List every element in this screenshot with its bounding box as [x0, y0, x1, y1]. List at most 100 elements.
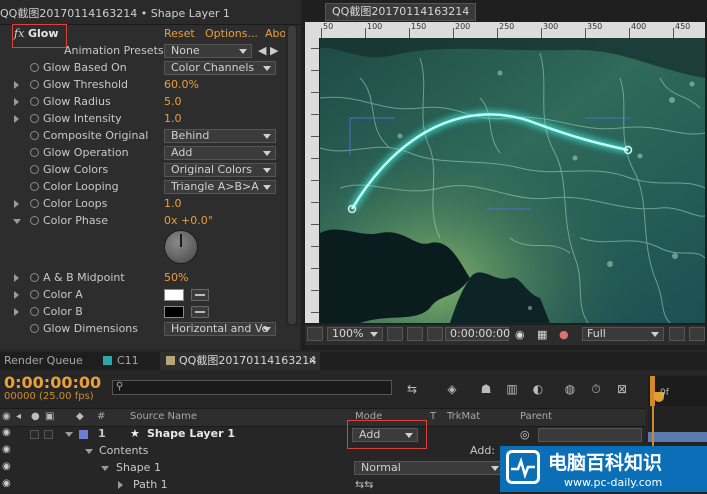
property-row-color-a[interactable]: Color A — [0, 287, 300, 304]
property-row-a-b-midpoint[interactable]: A & B Midpoint 50% — [0, 270, 300, 287]
stopwatch-icon[interactable] — [30, 307, 39, 316]
property-row-glow-colors[interactable]: Glow Colors Original Colors — [0, 162, 300, 179]
timeline-search-input[interactable]: ⚲ — [112, 380, 392, 395]
channel-icon[interactable]: ● — [559, 328, 569, 341]
mask-visibility-icon[interactable] — [427, 327, 443, 341]
resolution-dropdown[interactable]: Full — [582, 327, 664, 341]
stopwatch-icon[interactable] — [30, 216, 39, 225]
draft-3d-icon[interactable]: ◈ — [444, 382, 460, 396]
preset-prev-icon[interactable]: ◀ — [258, 44, 266, 57]
zoom-dropdown[interactable]: 100% — [327, 327, 383, 341]
property-value[interactable]: 0x +0.0° — [164, 214, 213, 227]
parent-dropdown[interactable] — [538, 428, 642, 442]
property-value[interactable]: 50% — [164, 271, 188, 284]
twirl-icon[interactable] — [14, 200, 19, 208]
twirl-icon[interactable] — [14, 308, 19, 316]
stopwatch-icon[interactable] — [30, 199, 39, 208]
fx-scrollbar[interactable] — [286, 26, 298, 326]
path-direction-icon[interactable]: ⇆⇆ — [355, 478, 373, 491]
current-time-field[interactable]: 0:00:00:00 — [445, 327, 510, 341]
contents-twirl-icon[interactable] — [85, 449, 93, 454]
layer-duration-bar[interactable] — [648, 432, 707, 442]
lock-toggle[interactable] — [44, 430, 53, 439]
property-row-color-loops[interactable]: Color Loops 1.0 — [0, 196, 300, 213]
stopwatch-icon[interactable] — [30, 114, 39, 123]
presets-dropdown[interactable]: None — [164, 44, 252, 58]
shape-twirl-icon[interactable] — [101, 466, 109, 471]
snapshot-icon[interactable]: ▦ — [537, 328, 547, 341]
color-phase-dial[interactable] — [164, 230, 198, 264]
layer-name[interactable]: Shape Layer 1 — [147, 427, 235, 440]
tab-render-queue[interactable]: Render Queue — [4, 352, 83, 370]
label-icon[interactable]: ◆ — [76, 411, 84, 422]
transparency-grid-icon[interactable] — [407, 327, 423, 341]
preset-next-icon[interactable]: ▶ — [270, 44, 278, 57]
stopwatch-icon[interactable] — [30, 182, 39, 191]
stopwatch-icon[interactable] — [30, 97, 39, 106]
shape-mode-dropdown[interactable]: Normal — [354, 461, 504, 475]
property-row-color-looping[interactable]: Color Looping Triangle A>B>A — [0, 179, 300, 196]
property-dropdown[interactable]: Triangle A>B>A — [164, 180, 276, 194]
stopwatch-icon[interactable] — [30, 131, 39, 140]
solo-toggle[interactable] — [30, 430, 39, 439]
eye-icon[interactable]: ◉ — [2, 427, 11, 438]
auto-keyframe-icon[interactable]: ⏱ — [588, 382, 604, 396]
stopwatch-icon[interactable] — [30, 290, 39, 299]
property-row-glow-dimensions[interactable]: Glow Dimensions Horizontal and Ve — [0, 321, 300, 338]
twirl-icon[interactable] — [14, 81, 19, 89]
composition-canvas[interactable] — [320, 38, 705, 323]
add-label[interactable]: Add: — [470, 444, 495, 457]
eye-icon[interactable]: ◉ — [2, 478, 11, 489]
eye-icon[interactable]: ◉ — [2, 461, 11, 472]
property-dropdown[interactable]: Original Colors — [164, 163, 276, 177]
property-dropdown[interactable]: Behind — [164, 129, 276, 143]
motion-blur-icon[interactable]: ◐ — [530, 382, 546, 396]
audio-icon[interactable]: ◂ — [16, 411, 21, 422]
timeline-timecode[interactable]: 0:00:00:00 — [4, 373, 101, 392]
property-value[interactable]: 1.0 — [164, 112, 182, 125]
property-row-glow-operation[interactable]: Glow Operation Add — [0, 145, 300, 162]
stopwatch-icon[interactable] — [30, 148, 39, 157]
solo-icon[interactable]: ● — [31, 411, 40, 422]
twirl-icon[interactable] — [14, 291, 19, 299]
eye-icon[interactable]: ◉ — [2, 411, 11, 422]
shy-layers-icon[interactable]: ☗ — [478, 382, 494, 396]
frame-blending-icon[interactable]: ▥ — [504, 382, 520, 396]
property-row-color-phase[interactable]: Color Phase 0x +0.0° — [0, 213, 300, 230]
property-row-composite-original[interactable]: Composite Original Behind — [0, 128, 300, 145]
camera-icon[interactable]: ◉ — [515, 328, 525, 341]
options-link[interactable]: Options... — [205, 27, 258, 40]
pickwhip-icon[interactable]: ◎ — [520, 428, 530, 441]
eye-icon[interactable]: ◉ — [2, 444, 11, 455]
close-icon[interactable]: × — [308, 352, 317, 370]
brainstorm-icon[interactable]: ◍ — [562, 382, 578, 396]
path-twirl-icon[interactable] — [118, 481, 123, 489]
twirl-icon[interactable] — [13, 219, 21, 224]
color-swatch[interactable] — [164, 289, 184, 301]
property-value[interactable]: 60.0% — [164, 78, 199, 91]
tab-active[interactable]: QQ截图20170114163214 × — [160, 352, 320, 370]
reset-link[interactable]: Reset — [164, 27, 195, 40]
region-of-interest-icon[interactable] — [387, 327, 403, 341]
stopwatch-icon[interactable] — [30, 273, 39, 282]
property-row-glow-radius[interactable]: Glow Radius 5.0 — [0, 94, 300, 111]
toggle-view-icon[interactable] — [689, 327, 705, 341]
stopwatch-icon[interactable] — [30, 63, 39, 72]
stopwatch-icon[interactable] — [30, 165, 39, 174]
twirl-icon[interactable] — [14, 274, 19, 282]
composition-tab[interactable]: QQ截图20170114163214 — [325, 3, 477, 21]
stopwatch-icon[interactable] — [30, 80, 39, 89]
graph-editor-icon[interactable]: ⊠ — [614, 382, 630, 396]
property-value[interactable]: 1.0 — [164, 197, 182, 210]
layer-row[interactable]: ◉ 1 ★ Shape Layer 1 Add ◎ — [0, 426, 645, 443]
fx-scroll-thumb[interactable] — [288, 26, 296, 324]
tab-c11[interactable]: C11 — [117, 352, 139, 370]
property-row-glow-intensity[interactable]: Glow Intensity 1.0 — [0, 111, 300, 128]
eyedropper-icon[interactable] — [191, 306, 209, 318]
fast-preview-icon[interactable] — [669, 327, 685, 341]
property-dropdown[interactable]: Color Channels — [164, 61, 276, 75]
twirl-icon[interactable] — [14, 115, 19, 123]
lock-icon[interactable]: ▣ — [45, 411, 54, 422]
property-row-glow-based-on[interactable]: Glow Based On Color Channels — [0, 60, 300, 77]
always-preview-icon[interactable] — [307, 327, 323, 341]
